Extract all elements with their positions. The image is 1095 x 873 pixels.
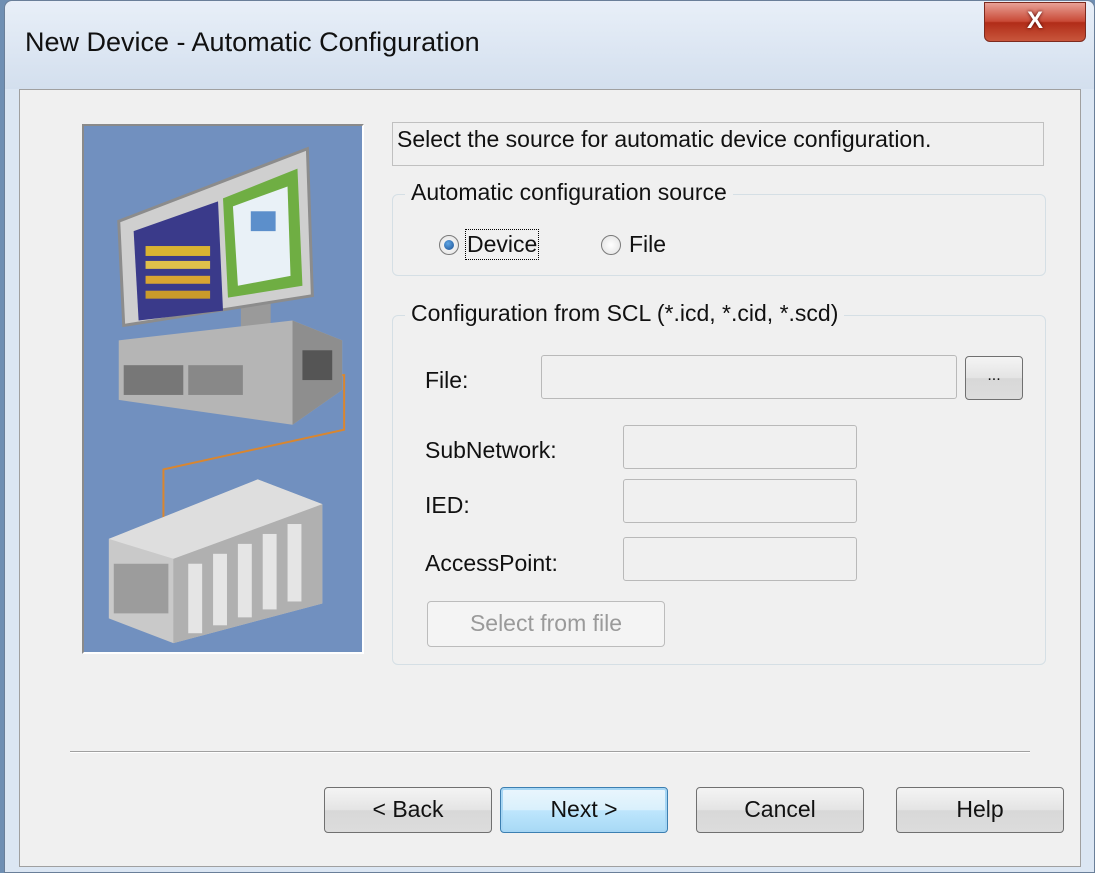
subnetwork-field[interactable] (623, 425, 857, 469)
window-title: New Device - Automatic Configuration (25, 27, 480, 57)
description-text: Select the source for automatic device c… (392, 122, 1044, 166)
source-group-legend: Automatic configuration source (405, 179, 733, 206)
radio-device[interactable]: Device (439, 229, 540, 260)
title-bar[interactable]: New Device - Automatic Configuration X (5, 1, 1094, 89)
scl-group-legend: Configuration from SCL (*.icd, *.cid, *.… (405, 300, 845, 327)
dialog-client-area: Select the source for automatic device c… (19, 89, 1081, 867)
file-label: File: (425, 367, 469, 393)
illustration-svg (84, 126, 362, 652)
radio-unchecked-icon (601, 234, 621, 255)
radio-checked-icon (439, 234, 459, 255)
ied-label: IED: (425, 492, 470, 518)
radio-device-label: Device (464, 229, 540, 260)
help-button[interactable]: Help (896, 787, 1064, 833)
select-from-file-button[interactable]: Select from file (427, 601, 665, 647)
file-path-input[interactable] (541, 355, 957, 399)
browse-file-button[interactable]: ... (965, 356, 1023, 400)
cancel-button[interactable]: Cancel (696, 787, 864, 833)
radio-file-label: File (629, 231, 667, 257)
next-button[interactable]: Next > (500, 787, 668, 833)
dialog-window: New Device - Automatic Configuration X S… (4, 0, 1095, 873)
accesspoint-label: AccessPoint: (425, 550, 558, 576)
accesspoint-field[interactable] (623, 537, 857, 581)
scl-configuration-group: Configuration from SCL (*.icd, *.cid, *.… (392, 300, 1046, 665)
back-button[interactable]: < Back (324, 787, 492, 833)
ied-field[interactable] (623, 479, 857, 523)
subnetwork-label: SubNetwork: (425, 437, 557, 463)
radio-file[interactable]: File (601, 231, 666, 258)
close-button[interactable]: X (984, 2, 1086, 42)
button-separator (70, 751, 1030, 753)
pc-and-plc-illustration (82, 124, 364, 654)
close-icon: X (1026, 7, 1043, 34)
automatic-configuration-source-group: Automatic configuration source Device Fi… (392, 179, 1046, 276)
